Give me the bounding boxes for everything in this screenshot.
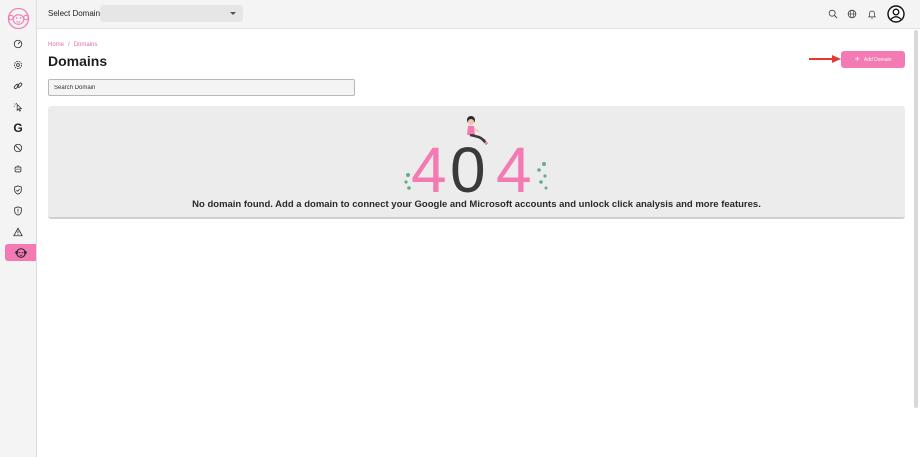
dots-left-decoration bbox=[404, 173, 411, 190]
sidebar-item-blocked[interactable] bbox=[0, 139, 36, 157]
shield-check-icon bbox=[14, 185, 22, 195]
user-menu-button[interactable] bbox=[887, 5, 905, 23]
gear-icon bbox=[13, 60, 23, 70]
empty-state-message: No domain found. Add a domain to connect… bbox=[192, 199, 761, 210]
bot-icon bbox=[14, 165, 22, 173]
app: G Select Domain Home / Domains Domains +… bbox=[0, 0, 920, 457]
sidebar-item-alerts-shield[interactable] bbox=[0, 202, 36, 220]
404-illustration: 4 0 4 bbox=[404, 116, 548, 194]
google-icon: G bbox=[13, 121, 23, 135]
search-button[interactable] bbox=[826, 7, 840, 21]
search-icon bbox=[828, 9, 838, 19]
digit-4-left: 4 bbox=[411, 134, 447, 194]
warning-icon bbox=[13, 227, 23, 237]
sidebar-item-settings[interactable] bbox=[0, 56, 36, 74]
sidebar-item-protection[interactable] bbox=[0, 181, 36, 199]
monkey-logo-icon[interactable] bbox=[7, 7, 30, 30]
digit-0: 0 bbox=[450, 134, 486, 194]
domain-select[interactable] bbox=[100, 5, 243, 22]
page-scrollbar[interactable] bbox=[914, 30, 918, 408]
sidebar-item-bots[interactable] bbox=[0, 160, 36, 178]
sidebar-item-clicks[interactable] bbox=[0, 98, 36, 116]
select-domain-label: Select Domain bbox=[48, 9, 101, 18]
click-icon bbox=[13, 102, 23, 112]
monkey-icon bbox=[14, 247, 27, 258]
arrow-right-icon bbox=[809, 55, 841, 63]
add-domain-label: Add Domain bbox=[863, 56, 892, 63]
notifications-button[interactable] bbox=[865, 7, 879, 21]
sidebar-item-google[interactable]: G bbox=[0, 119, 36, 137]
sidebar: G bbox=[0, 0, 37, 457]
gauge-icon bbox=[13, 39, 23, 49]
bell-icon bbox=[867, 10, 877, 19]
user-circle-icon bbox=[887, 5, 905, 23]
topbar: Select Domain bbox=[37, 0, 920, 29]
empty-state-panel: 4 0 4 No domain found. Add a domain to c… bbox=[48, 106, 905, 219]
page-title: Domains bbox=[48, 53, 108, 69]
language-button[interactable] bbox=[845, 7, 859, 21]
add-domain-button[interactable]: + Add Domain bbox=[841, 51, 905, 68]
sidebar-item-dashboard[interactable] bbox=[0, 35, 36, 53]
globe-icon bbox=[847, 9, 857, 19]
sidebar-item-domains[interactable] bbox=[5, 244, 36, 261]
shield-alert-icon bbox=[14, 206, 22, 216]
breadcrumb-current[interactable]: Domains bbox=[74, 42, 98, 48]
digit-4-right: 4 bbox=[496, 134, 532, 194]
breadcrumb: Home / Domains bbox=[48, 42, 97, 48]
dots-right-decoration bbox=[537, 162, 548, 190]
ban-icon bbox=[13, 143, 23, 153]
link-icon bbox=[13, 82, 23, 89]
plus-icon: + bbox=[854, 54, 860, 64]
breadcrumb-separator: / bbox=[68, 42, 70, 48]
sidebar-item-warnings[interactable] bbox=[0, 223, 36, 241]
search-domain-input[interactable] bbox=[48, 79, 355, 96]
breadcrumb-home-link[interactable]: Home bbox=[48, 42, 64, 48]
chevron-down-icon bbox=[230, 12, 236, 15]
sidebar-item-links[interactable] bbox=[0, 77, 36, 95]
